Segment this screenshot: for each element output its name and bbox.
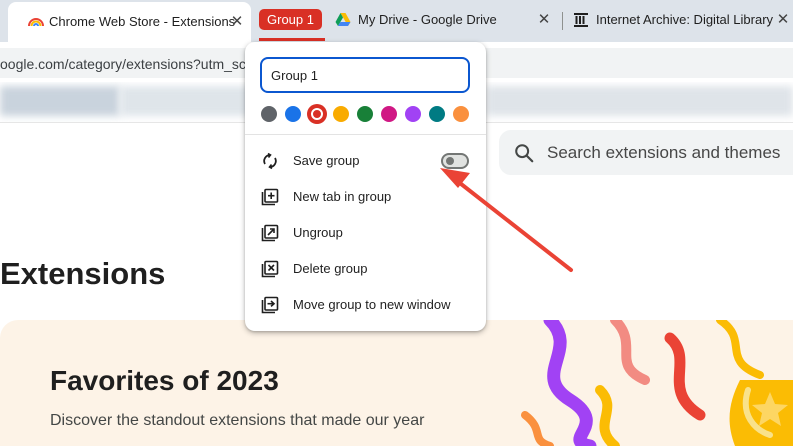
tab-group-editor: Save group New tab in group Ungroup Dele… — [245, 42, 486, 331]
new-tab-icon — [261, 188, 279, 206]
blurred-region — [0, 86, 120, 116]
close-tab-icon[interactable]: ✕ — [536, 12, 552, 28]
search-extensions-box[interactable]: Search extensions and themes — [499, 130, 793, 175]
close-tab-icon[interactable]: ✕ — [775, 12, 791, 28]
banner-title: Favorites of 2023 — [50, 365, 279, 396]
search-placeholder: Search extensions and themes — [547, 143, 781, 162]
tab-internet-archive[interactable]: Internet Archive: Digital Library ✕ — [565, 0, 793, 40]
popup-divider — [245, 134, 486, 135]
tab-title: Internet Archive: Digital Library — [596, 12, 774, 27]
delete-group-label: Delete group — [293, 261, 368, 276]
move-to-window-icon — [261, 296, 279, 314]
color-swatch[interactable] — [333, 106, 349, 122]
tab-chrome-web-store[interactable]: Chrome Web Store - Extensions ✕ — [8, 2, 251, 42]
confetti-illustration — [521, 320, 793, 446]
move-group-label: Move group to new window — [293, 297, 451, 312]
save-group-label: Save group — [293, 153, 360, 168]
group-name-input[interactable] — [260, 57, 470, 93]
rainbow-icon — [28, 18, 44, 27]
blurred-region — [120, 86, 260, 116]
toggle-knob — [446, 157, 454, 165]
banner-subtitle: Discover the standout extensions that ma… — [50, 412, 425, 429]
archive-building-icon — [574, 13, 588, 27]
color-swatch[interactable] — [285, 106, 301, 122]
color-swatch[interactable] — [429, 106, 445, 122]
ungroup-icon — [261, 224, 279, 242]
tab-group-chip[interactable]: Group 1 — [259, 9, 322, 30]
color-swatch[interactable] — [357, 106, 373, 122]
tab-strip: Chrome Web Store - Extensions ✕ Group 1 … — [0, 0, 793, 42]
delete-group-item[interactable]: Delete group — [245, 251, 486, 287]
close-tab-icon[interactable]: ✕ — [229, 14, 245, 30]
move-group-item[interactable]: Move group to new window — [245, 287, 486, 323]
favorites-banner[interactable]: Favorites of 2023 Discover the standout … — [0, 320, 793, 446]
google-drive-icon — [335, 13, 351, 26]
tab-google-drive[interactable]: My Drive - Google Drive ✕ — [325, 0, 558, 40]
tab-title: Chrome Web Store - Extensions — [49, 14, 236, 29]
color-swatch[interactable] — [261, 106, 277, 122]
new-tab-in-group-label: New tab in group — [293, 189, 392, 204]
page-title: Extensions — [0, 256, 166, 291]
tab-title: My Drive - Google Drive — [358, 12, 497, 27]
color-swatch[interactable] — [381, 106, 397, 122]
color-swatch[interactable] — [405, 106, 421, 122]
delete-group-icon — [261, 260, 279, 278]
ungroup-item[interactable]: Ungroup — [245, 215, 486, 251]
ungroup-label: Ungroup — [293, 225, 343, 240]
new-tab-in-group-item[interactable]: New tab in group — [245, 179, 486, 215]
tab-separator — [562, 12, 563, 30]
blurred-region — [486, 86, 793, 116]
save-group-toggle[interactable] — [441, 153, 469, 169]
color-swatch[interactable] — [453, 106, 469, 122]
tab-group-underline — [259, 38, 325, 41]
color-swatch[interactable] — [309, 106, 325, 122]
sync-icon — [263, 152, 277, 170]
group-color-picker — [261, 106, 471, 122]
url-text: oogle.com/category/extensions?utm_sc — [0, 56, 246, 72]
search-icon — [515, 144, 534, 163]
